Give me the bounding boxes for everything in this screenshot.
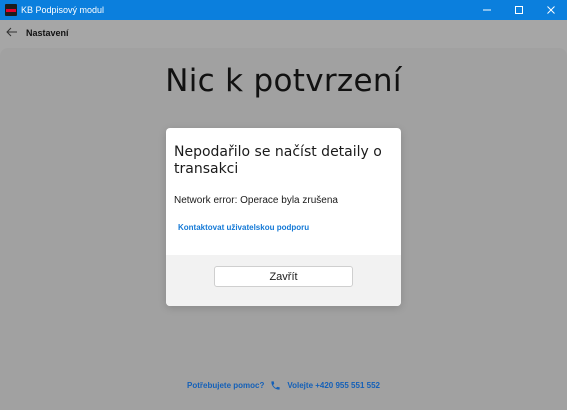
minimize-button[interactable] (471, 0, 503, 20)
window-controls (471, 0, 567, 20)
help-call[interactable]: Volejte +420 955 551 552 (287, 381, 380, 390)
dialog-message: Network error: Operace byla zrušena (174, 195, 338, 206)
error-dialog: Nepodařilo se načíst detaily o transakci… (166, 128, 401, 306)
contact-support-link[interactable]: Kontaktovat uživatelskou podporu (178, 223, 309, 232)
window-title: KB Podpisový modul (21, 5, 105, 15)
maximize-button[interactable] (503, 0, 535, 20)
kb-logo-icon (5, 4, 17, 16)
phone-icon (270, 380, 281, 391)
close-dialog-button[interactable]: Zavřít (214, 266, 353, 287)
help-question[interactable]: Potřebujete pomoc? (187, 381, 264, 390)
page-heading: Nic k potvrzení (165, 63, 402, 99)
back-arrow-icon (6, 27, 17, 36)
dialog-title: Nepodařilo se načíst detaily o transakci (174, 144, 382, 177)
close-window-button[interactable] (535, 0, 567, 20)
close-icon (547, 6, 555, 14)
maximize-icon (515, 6, 523, 14)
minimize-icon (483, 9, 491, 11)
help-line: Potřebujete pomoc? Volejte +420 955 551 … (0, 380, 567, 391)
navigation-bar: Nastavení (0, 20, 567, 45)
dialog-footer: Zavřít (166, 255, 401, 306)
nav-title[interactable]: Nastavení (26, 28, 69, 38)
back-button[interactable] (4, 26, 20, 40)
window-titlebar: KB Podpisový modul (0, 0, 567, 20)
